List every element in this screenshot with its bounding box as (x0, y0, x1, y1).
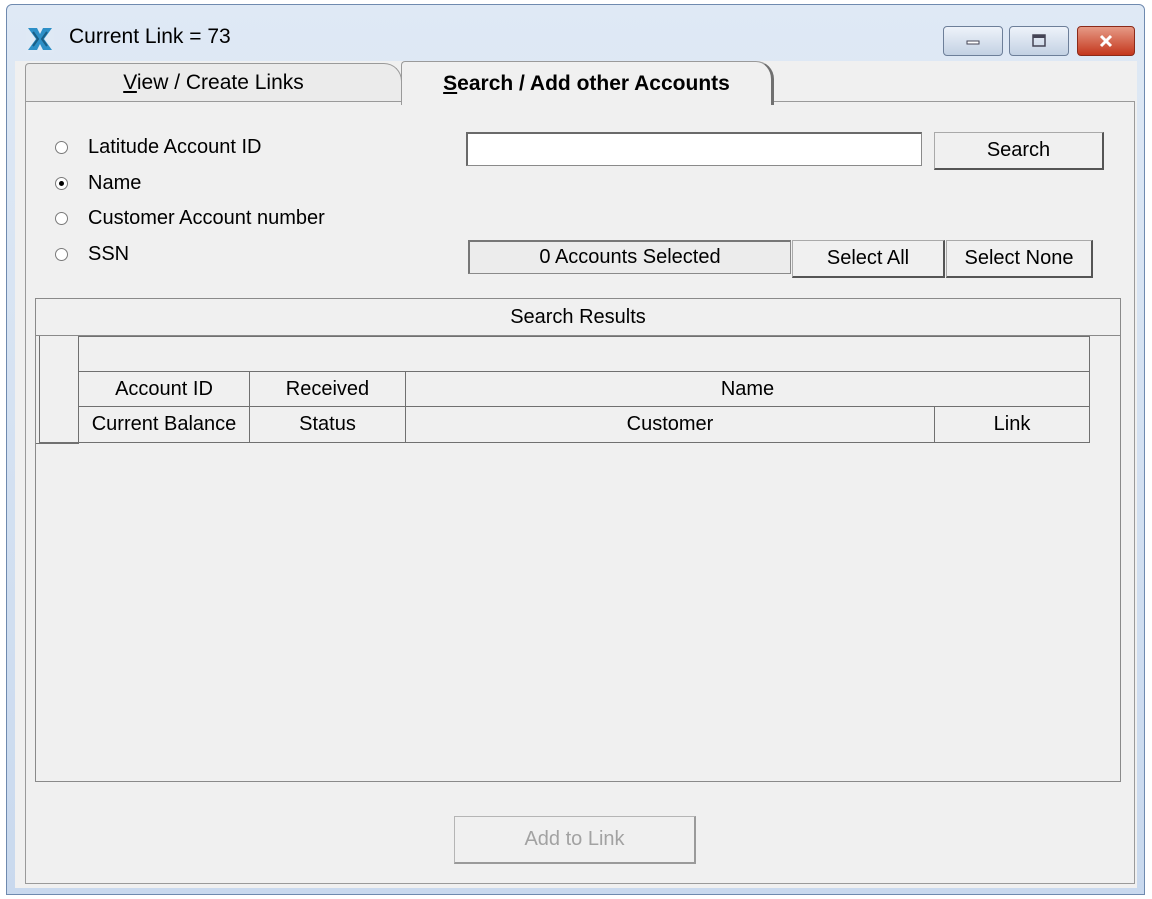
radio-customer-account-number[interactable]: Customer Account number (55, 207, 325, 230)
column-header-label: Received (285, 377, 370, 400)
radio-label: Name (88, 172, 142, 194)
app-icon (26, 25, 54, 53)
select-all-button[interactable]: Select All (792, 240, 945, 278)
search-button-label: Search (986, 139, 1051, 161)
column-header-link[interactable]: Link (934, 406, 1090, 443)
search-button[interactable]: Search (934, 132, 1104, 170)
column-header-label: Name (720, 377, 775, 400)
window-title: Current Link = 73 (69, 25, 231, 48)
selected-count-text: 0 Accounts Selected (539, 246, 721, 268)
radio-label: Customer Account number (88, 207, 325, 229)
radio-latitude-account-id[interactable]: Latitude Account ID (55, 136, 261, 159)
close-button[interactable] (1077, 26, 1135, 56)
minimize-icon (966, 40, 980, 45)
radio-ssn[interactable]: SSN (55, 243, 129, 266)
minimize-button[interactable] (943, 26, 1003, 56)
column-header-label: Account ID (115, 377, 213, 400)
search-results-title-bar: Search Results (36, 299, 1120, 336)
search-input[interactable] (466, 132, 922, 166)
column-header-name[interactable]: Name (405, 371, 1090, 407)
radio-name[interactable]: Name (55, 172, 141, 195)
maximize-icon (1032, 34, 1046, 47)
tab-search-add-accounts[interactable]: Search / Add other Accounts (401, 61, 774, 105)
radio-button[interactable] (55, 248, 68, 261)
column-header-status[interactable]: Status (249, 406, 406, 443)
tab-view-create-links[interactable]: View / Create Links (25, 63, 402, 101)
tab-label-search-add-accounts: Search / Add other Accounts (443, 71, 730, 95)
radio-button-checked[interactable] (55, 177, 68, 190)
select-none-button[interactable]: Select None (946, 240, 1093, 278)
column-header-received[interactable]: Received (249, 371, 406, 407)
grid-band-row (78, 336, 1090, 372)
add-to-link-label: Add to Link (524, 828, 625, 850)
column-header-account-id[interactable]: Account ID (78, 371, 250, 407)
radio-button[interactable] (55, 212, 68, 225)
tab-label-view-create-links: View / Create Links (123, 70, 304, 94)
column-header-customer[interactable]: Customer (405, 406, 935, 443)
maximize-button[interactable] (1009, 26, 1069, 56)
grid-divider (36, 443, 79, 444)
radio-label: Latitude Account ID (88, 136, 262, 158)
radio-label: SSN (88, 243, 130, 265)
add-to-link-button[interactable]: Add to Link (454, 816, 696, 864)
select-all-label: Select All (826, 247, 910, 269)
row-selector-header[interactable] (39, 336, 79, 443)
column-header-label: Current Balance (91, 413, 237, 435)
column-header-label: Status (299, 413, 356, 435)
column-header-label: Customer (626, 413, 714, 435)
selected-count-display: 0 Accounts Selected (468, 240, 791, 274)
close-icon (1099, 34, 1113, 48)
search-results-title: Search Results (510, 305, 646, 328)
title-bar[interactable]: Current Link = 73 (7, 5, 1144, 59)
search-results-grid[interactable]: Search Results Account ID Received Name … (35, 298, 1121, 782)
column-header-current-balance[interactable]: Current Balance (78, 406, 250, 443)
select-none-label: Select None (964, 247, 1074, 269)
column-header-label: Link (993, 413, 1031, 435)
radio-button[interactable] (55, 141, 68, 154)
